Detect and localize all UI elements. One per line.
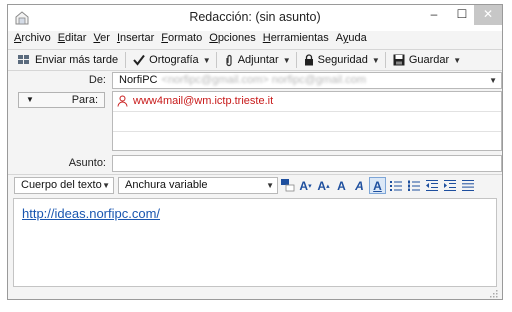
toolbar-separator [384,52,386,68]
floppy-disk-icon [393,54,405,66]
body-link[interactable]: http://ideas.norfipc.com/ [22,206,160,221]
toolbar-separator [215,52,217,68]
recipient-type-label: Para: [71,94,98,106]
header-separator-line [8,174,502,175]
paperclip-icon [226,54,232,66]
recipient-row[interactable]: www4mail@wm.ictp.trieste.it [113,92,501,112]
spelling-button[interactable]: Ortografía [130,51,202,69]
attach-dropdown[interactable]: ▼ [282,51,292,69]
paragraph-style-select[interactable]: Cuerpo del texto ▼ [14,177,114,194]
menu-herramientas[interactable]: Herramientas [263,32,329,48]
status-bar [8,288,502,299]
toolbar-separator-line [8,70,502,71]
security-button[interactable]: Seguridad [301,51,371,69]
chevron-down-icon: ▼ [371,55,380,65]
title-bar: Redacción: (sin asunto) – ☐ ✕ [8,5,502,31]
menu-insertar[interactable]: Insertar [117,32,154,48]
chevron-down-icon: ▼ [453,55,462,65]
chevron-down-icon: ▼ [266,181,274,190]
resize-grip-icon[interactable] [489,289,498,298]
lock-icon [304,54,313,66]
save-dropdown[interactable]: ▼ [452,51,462,69]
chevron-down-icon: ▼ [282,55,291,65]
menu-ver[interactable]: Ver [93,32,110,48]
attach-label: Adjuntar [237,54,279,66]
menu-ayuda-prefix: A [335,32,343,44]
spelling-dropdown[interactable]: ▼ [202,51,212,69]
menu-ver-label: er [100,32,110,44]
indent-icon[interactable] [441,177,458,194]
from-address-blurred: <norfipc@gmail.com> norfipc@gmail.com [161,74,367,86]
recipient-address: www4mail@wm.ictp.trieste.it [133,95,274,107]
menu-editar-accel: E [57,32,66,44]
maximize-button[interactable]: ☐ [448,5,476,25]
from-select[interactable]: NorfiPC <norfipc@gmail.com> norfipc@gmail… [112,72,502,89]
menu-opciones-accel: O [209,32,218,44]
menu-formato-label: ormato [168,32,203,44]
menu-ayuda-label: uda [348,32,367,44]
menu-bar: Archivo Editar Ver Insertar Formato Opci… [14,32,374,48]
chevron-down-icon: ▼ [26,95,34,104]
close-button[interactable]: ✕ [474,5,502,25]
paragraph-style-value: Cuerpo del texto [21,179,102,191]
from-name: NorfiPC [119,74,158,86]
menu-formato-accel: F [161,32,168,44]
send-later-button[interactable]: Enviar más tarde [14,51,121,69]
subject-input[interactable] [112,155,502,172]
bullet-list-icon[interactable] [387,177,404,194]
subject-label: Asunto: [68,157,106,169]
menu-herramientas-accel: H [262,32,271,44]
message-body-editor[interactable]: http://ideas.norfipc.com/ [13,198,497,287]
align-icon[interactable] [459,177,476,194]
menu-archivo[interactable]: Archivo [14,32,51,48]
menu-insertar-label: nsertar [120,32,155,44]
menu-herramientas-label: erramientas [270,32,329,44]
menu-opciones[interactable]: Opciones [209,32,255,48]
recipient-row-empty[interactable] [113,112,501,132]
numbered-list-icon[interactable] [405,177,422,194]
main-toolbar: Enviar más tarde Ortografía ▼ Adjuntar ▼… [14,50,462,70]
toolbar-separator [125,52,127,68]
recipient-type-button[interactable]: ▼ Para: [18,92,105,108]
menu-formato[interactable]: Formato [161,32,202,48]
menu-opciones-label: pciones [217,32,256,44]
font-select[interactable]: Anchura variable ▼ [118,177,278,194]
security-dropdown[interactable]: ▼ [371,51,381,69]
font-select-value: Anchura variable [125,179,208,191]
chevron-down-icon: ▼ [489,76,497,85]
chevron-down-icon: ▼ [102,181,110,190]
text-color-icon[interactable] [279,177,296,194]
menu-archivo-label: rchivo [21,32,51,44]
recipient-row-empty[interactable] [113,132,501,151]
recipient-list: www4mail@wm.ictp.trieste.it [112,91,502,151]
menu-editar-label: ditar [65,32,87,44]
save-label: Guardar [408,54,450,66]
send-later-label: Enviar más tarde [35,54,119,66]
attach-button[interactable]: Adjuntar [221,51,282,69]
bold-icon[interactable]: A [333,177,350,194]
decrease-font-size-icon[interactable]: A ▾ [297,177,314,194]
increase-font-size-icon[interactable]: A ▴ [315,177,332,194]
send-later-icon [18,55,29,64]
menu-ayuda[interactable]: Ayuda [336,32,367,48]
toolbar-separator [295,52,297,68]
minimize-button[interactable]: – [420,5,448,25]
underline-icon[interactable]: A [369,177,386,194]
checkmark-icon [133,54,145,66]
save-button[interactable]: Guardar [390,51,452,69]
outdent-icon[interactable] [423,177,440,194]
compose-window: Redacción: (sin asunto) – ☐ ✕ Archivo Ed… [7,4,503,300]
chevron-down-icon: ▼ [202,55,211,65]
security-label: Seguridad [317,54,368,66]
italic-icon[interactable]: A [351,177,368,194]
person-icon [117,95,128,107]
spelling-label: Ortografía [149,54,199,66]
from-label: De: [88,74,106,86]
menu-editar[interactable]: Editar [58,32,87,48]
format-toolbar: Cuerpo del texto ▼ Anchura variable ▼ A ▾… [14,176,502,195]
